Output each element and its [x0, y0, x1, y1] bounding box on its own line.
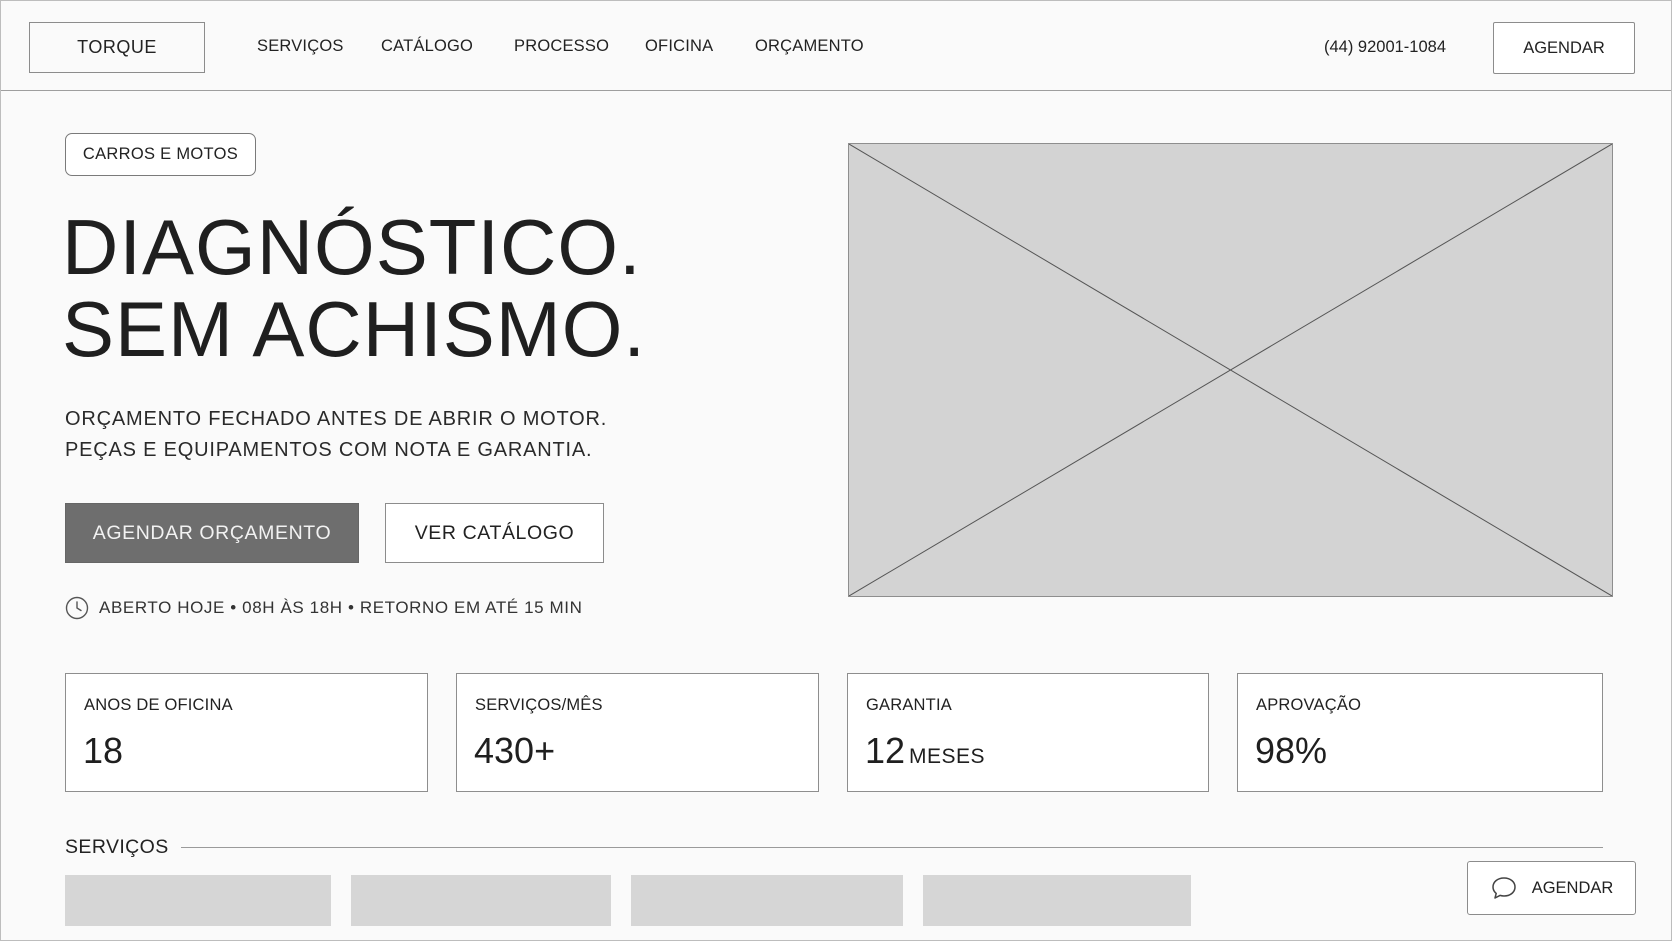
stat-label: SERVIÇOS/MÊS	[475, 696, 603, 714]
floating-schedule-button[interactable]: AGENDAR	[1467, 861, 1636, 915]
view-catalog-button[interactable]: VER CATÁLOGO	[385, 503, 604, 563]
logo[interactable]: TORQUE	[29, 22, 205, 73]
stat-value: 98%	[1255, 730, 1328, 771]
hero-headline: DIAGNÓSTICO. SEM ACHISMO.	[62, 206, 646, 370]
nav-link-catalogo[interactable]: CATÁLOGO	[381, 37, 473, 56]
clock-icon	[65, 596, 89, 620]
floating-schedule-label: AGENDAR	[1531, 878, 1614, 897]
stat-label: APROVAÇÃO	[1256, 696, 1362, 714]
hero-headline-line-1: DIAGNÓSTICO.	[62, 203, 642, 291]
service-card[interactable]	[923, 875, 1191, 926]
nav-link-servicos[interactable]: SERVIÇOS	[257, 37, 344, 56]
nav-link-oficina[interactable]: OFICINA	[645, 37, 713, 56]
hero-subtitle: ORÇAMENTO FECHADO ANTES DE ABRIR O MOTOR…	[65, 404, 607, 466]
service-card[interactable]	[631, 875, 903, 926]
stat-card-services-month: SERVIÇOS/MÊS 430+	[456, 673, 819, 792]
image-placeholder-cross	[849, 144, 1612, 596]
opening-hours-text: ABERTO HOJE • 08H ÀS 18H • RETORNO EM AT…	[99, 598, 583, 617]
stat-label: ANOS DE OFICINA	[84, 696, 233, 714]
nav-link-processo[interactable]: PROCESSO	[514, 37, 609, 56]
hero-headline-line-2: SEM ACHISMO.	[62, 285, 647, 373]
schedule-quote-button[interactable]: AGENDAR ORÇAMENTO	[65, 503, 359, 563]
stat-value: 12 MESES	[865, 730, 986, 771]
service-card[interactable]	[65, 875, 331, 926]
header-schedule-button[interactable]: AGENDAR	[1493, 22, 1635, 74]
stat-label: GARANTIA	[866, 696, 952, 714]
stat-value: 18	[83, 730, 124, 771]
category-chip: CARROS E MOTOS	[65, 133, 256, 176]
site-header: TORQUE SERVIÇOS CATÁLOGO PROCESSO OFICIN…	[0, 0, 1672, 91]
stat-card-warranty: GARANTIA 12 MESES	[847, 673, 1209, 792]
section-divider	[181, 847, 1603, 848]
stat-unit: MESES	[909, 745, 986, 768]
hero-subtitle-line-2: PEÇAS E EQUIPAMENTOS COM NOTA E GARANTIA…	[65, 439, 593, 461]
chat-icon	[1491, 877, 1516, 899]
hero-image-placeholder	[848, 143, 1613, 597]
service-card[interactable]	[351, 875, 611, 926]
stat-card-years: ANOS DE OFICINA 18	[65, 673, 428, 792]
nav-link-orcamento[interactable]: ORÇAMENTO	[755, 37, 864, 56]
stat-value: 430+	[474, 730, 556, 771]
opening-hours: ABERTO HOJE • 08H ÀS 18H • RETORNO EM AT…	[65, 595, 582, 621]
phone-number[interactable]: (44) 92001-1084	[1324, 38, 1446, 57]
stat-card-approval: APROVAÇÃO 98%	[1237, 673, 1603, 792]
hero-subtitle-line-1: ORÇAMENTO FECHADO ANTES DE ABRIR O MOTOR…	[65, 408, 608, 430]
services-section-title: SERVIÇOS	[65, 836, 169, 858]
